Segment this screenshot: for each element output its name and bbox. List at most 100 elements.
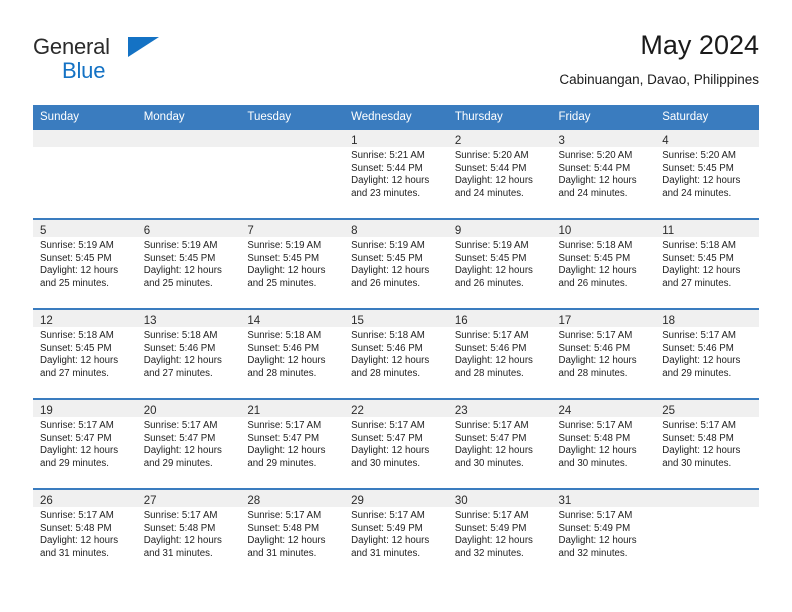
calendar-day-cell[interactable]: 31 Sunrise: 5:17 AM Sunset: 5:49 PM Dayligh… [551, 488, 656, 578]
weekday-header-tuesday: Tuesday [240, 105, 345, 130]
calendar-day-cell[interactable]: 28 Sunrise: 5:17 AM Sunset: 5:48 PM Dayligh… [240, 488, 345, 578]
sunset-text: Sunset: 5:44 PM [558, 162, 631, 174]
day-details: Sunrise: 5:18 AM Sunset: 5:45 PM Daylight:… [33, 327, 137, 380]
calendar-day-cell[interactable]: 15 Sunrise: 5:18 AM Sunset: 5:46 PM Dayligh… [344, 308, 448, 399]
calendar-week-row: 1 Sunrise: 5:21 AM Sunset: 5:44 PM Daylight… [33, 130, 759, 219]
day-details: Sunrise: 5:17 AM Sunset: 5:46 PM Daylight:… [552, 327, 656, 380]
calendar-day-cell[interactable]: 14 Sunrise: 5:18 AM Sunset: 5:46 PM Dayligh… [240, 308, 345, 399]
date-number: 4 [662, 135, 669, 147]
day-details: Sunrise: 5:17 AM Sunset: 5:47 PM Daylight:… [448, 417, 552, 470]
calendar-day-cell[interactable]: 24 Sunrise: 5:17 AM Sunset: 5:48 PM Dayligh… [551, 398, 656, 489]
calendar-day-cell[interactable]: 29 Sunrise: 5:17 AM Sunset: 5:49 PM Dayligh… [344, 488, 448, 578]
calendar-day-cell[interactable]: 30 Sunrise: 5:17 AM Sunset: 5:49 PM Dayligh… [447, 488, 552, 578]
calendar-cell-empty [33, 130, 137, 219]
daylight-text-line2: and 26 minutes. [558, 277, 628, 289]
date-number-band: 6 [136, 220, 241, 237]
day-details: Sunrise: 5:18 AM Sunset: 5:46 PM Daylight:… [344, 327, 448, 380]
date-number: 20 [143, 405, 157, 417]
daylight-text-line1: Daylight: 12 hours [247, 535, 326, 547]
day-details: Sunrise: 5:17 AM Sunset: 5:49 PM Daylight:… [552, 507, 656, 560]
day-details: Sunrise: 5:18 AM Sunset: 5:46 PM Daylight:… [137, 327, 241, 380]
daylight-text-line1: Daylight: 12 hours [454, 265, 533, 277]
calendar-day-cell[interactable]: 8 Sunrise: 5:19 AM Sunset: 5:45 PM Daylight… [344, 218, 448, 309]
calendar-day-cell[interactable]: 7 Sunrise: 5:19 AM Sunset: 5:45 PM Daylight… [240, 218, 345, 309]
calendar-day-cell[interactable]: 26 Sunrise: 5:17 AM Sunset: 5:48 PM Dayligh… [33, 488, 137, 578]
calendar-day-cell[interactable]: 4 Sunrise: 5:20 AM Sunset: 5:45 PM Daylight… [655, 130, 759, 219]
day-details: Sunrise: 5:17 AM Sunset: 5:47 PM Daylight:… [240, 417, 344, 470]
daylight-text-line1: Daylight: 12 hours [454, 355, 533, 367]
daylight-text-line2: and 32 minutes. [558, 547, 628, 559]
sunrise-text: Sunrise: 5:19 AM [351, 240, 425, 251]
calendar-day-cell[interactable]: 21 Sunrise: 5:17 AM Sunset: 5:47 PM Dayligh… [240, 398, 345, 489]
calendar-day-cell[interactable]: 17 Sunrise: 5:17 AM Sunset: 5:46 PM Dayligh… [551, 308, 656, 399]
calendar-header-row: Sunday Monday Tuesday Wednesday Thursday… [33, 105, 759, 130]
calendar-day-cell[interactable]: 5 Sunrise: 5:19 AM Sunset: 5:45 PM Daylight… [33, 218, 137, 309]
date-number: 14 [247, 315, 261, 327]
calendar-body: 1 Sunrise: 5:21 AM Sunset: 5:44 PM Daylight… [33, 130, 759, 578]
day-cell-inner: 29 Sunrise: 5:17 AM Sunset: 5:49 PM Dayligh… [344, 490, 448, 578]
sunset-text: Sunset: 5:49 PM [351, 522, 423, 534]
daylight-text-line2: and 25 minutes. [40, 277, 109, 289]
daylight-text-line2: and 24 minutes. [662, 187, 732, 199]
sunrise-text: Sunrise: 5:17 AM [247, 420, 322, 431]
day-cell-inner: 21 Sunrise: 5:17 AM Sunset: 5:47 PM Dayligh… [240, 400, 345, 488]
calendar-day-cell[interactable]: 13 Sunrise: 5:18 AM Sunset: 5:46 PM Dayligh… [136, 308, 241, 399]
calendar-day-cell[interactable]: 27 Sunrise: 5:17 AM Sunset: 5:48 PM Dayligh… [136, 488, 241, 578]
daylight-text-line2: and 24 minutes. [454, 187, 524, 199]
calendar-week-row: 26 Sunrise: 5:17 AM Sunset: 5:48 PM Dayligh… [33, 488, 759, 578]
calendar-day-cell[interactable]: 6 Sunrise: 5:19 AM Sunset: 5:45 PM Daylight… [136, 218, 241, 309]
calendar-day-cell[interactable]: 18 Sunrise: 5:17 AM Sunset: 5:46 PM Dayligh… [655, 308, 759, 399]
day-details: Sunrise: 5:19 AM Sunset: 5:45 PM Daylight:… [137, 237, 241, 290]
day-details: Sunrise: 5:17 AM Sunset: 5:47 PM Daylight:… [344, 417, 448, 470]
day-details: Sunrise: 5:17 AM Sunset: 5:48 PM Daylight:… [240, 507, 344, 560]
day-details: Sunrise: 5:20 AM Sunset: 5:44 PM Daylight:… [448, 147, 552, 200]
calendar-day-cell[interactable]: 9 Sunrise: 5:19 AM Sunset: 5:45 PM Daylight… [447, 218, 552, 309]
day-cell-inner: 3 Sunrise: 5:20 AM Sunset: 5:44 PM Daylight… [551, 130, 656, 218]
daylight-text-line2: and 28 minutes. [558, 367, 628, 379]
date-number: 3 [558, 135, 565, 147]
logo-text-general: General [33, 34, 110, 59]
daylight-text-line2: and 29 minutes. [40, 457, 109, 469]
day-details: Sunrise: 5:18 AM Sunset: 5:46 PM Daylight:… [240, 327, 344, 380]
sunrise-text: Sunrise: 5:18 AM [558, 240, 633, 251]
calendar-day-cell[interactable]: 2 Sunrise: 5:20 AM Sunset: 5:44 PM Daylight… [447, 130, 552, 219]
daylight-text-line2: and 26 minutes. [454, 277, 524, 289]
sunrise-text: Sunrise: 5:18 AM [40, 330, 114, 341]
sunrise-text: Sunrise: 5:20 AM [662, 150, 736, 161]
sunset-text: Sunset: 5:46 PM [247, 342, 320, 354]
daylight-text-line1: Daylight: 12 hours [351, 355, 430, 367]
calendar-day-cell[interactable]: 12 Sunrise: 5:18 AM Sunset: 5:45 PM Dayligh… [33, 308, 137, 399]
calendar-day-cell[interactable]: 25 Sunrise: 5:17 AM Sunset: 5:48 PM Dayligh… [655, 398, 759, 489]
calendar-day-cell[interactable]: 1 Sunrise: 5:21 AM Sunset: 5:44 PM Daylight… [344, 130, 448, 219]
daylight-text-line2: and 31 minutes. [143, 547, 213, 559]
calendar-day-cell[interactable]: 22 Sunrise: 5:17 AM Sunset: 5:47 PM Dayligh… [344, 398, 448, 489]
general-blue-logo[interactable]: General Blue [33, 34, 163, 90]
day-cell-inner: 8 Sunrise: 5:19 AM Sunset: 5:45 PM Daylight… [344, 220, 448, 308]
daylight-text-line1: Daylight: 12 hours [351, 535, 430, 547]
sunrise-text: Sunrise: 5:19 AM [454, 240, 529, 251]
calendar-day-cell[interactable]: 20 Sunrise: 5:17 AM Sunset: 5:47 PM Dayligh… [136, 398, 241, 489]
calendar-day-cell[interactable]: 23 Sunrise: 5:17 AM Sunset: 5:47 PM Dayligh… [447, 398, 552, 489]
calendar-day-cell[interactable]: 10 Sunrise: 5:18 AM Sunset: 5:45 PM Dayligh… [551, 218, 656, 309]
calendar-day-cell[interactable]: 11 Sunrise: 5:18 AM Sunset: 5:45 PM Dayligh… [655, 218, 759, 309]
daylight-text-line2: and 26 minutes. [351, 277, 421, 289]
date-number: 1 [351, 135, 358, 147]
calendar-day-cell[interactable]: 16 Sunrise: 5:17 AM Sunset: 5:46 PM Dayligh… [447, 308, 552, 399]
day-cell-inner: 24 Sunrise: 5:17 AM Sunset: 5:48 PM Dayligh… [551, 400, 656, 488]
sunset-text: Sunset: 5:48 PM [143, 522, 216, 534]
daylight-text-line1: Daylight: 12 hours [558, 535, 637, 547]
sunset-text: Sunset: 5:47 PM [351, 432, 423, 444]
day-cell-inner: 1 Sunrise: 5:21 AM Sunset: 5:44 PM Daylight… [344, 130, 448, 218]
calendar-day-cell[interactable]: 19 Sunrise: 5:17 AM Sunset: 5:47 PM Dayligh… [33, 398, 137, 489]
date-number: 21 [247, 405, 261, 417]
date-number: 19 [40, 405, 53, 417]
daylight-text-line1: Daylight: 12 hours [247, 265, 326, 277]
sunset-text: Sunset: 5:45 PM [40, 252, 112, 264]
day-cell-inner: 31 Sunrise: 5:17 AM Sunset: 5:49 PM Dayligh… [551, 490, 656, 578]
day-cell-inner [136, 130, 241, 218]
calendar-day-cell[interactable]: 3 Sunrise: 5:20 AM Sunset: 5:44 PM Daylight… [551, 130, 656, 219]
day-details: Sunrise: 5:20 AM Sunset: 5:45 PM Daylight:… [655, 147, 759, 200]
daylight-text-line2: and 30 minutes. [662, 457, 732, 469]
daylight-text-line2: and 25 minutes. [143, 277, 213, 289]
day-cell-inner: 23 Sunrise: 5:17 AM Sunset: 5:47 PM Dayligh… [447, 400, 552, 488]
